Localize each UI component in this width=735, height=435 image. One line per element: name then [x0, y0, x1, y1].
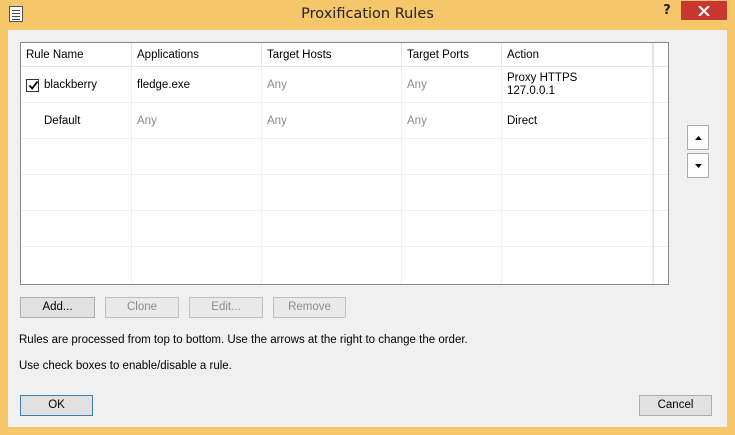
arrow-down-icon — [695, 164, 702, 168]
rule-applications: Any — [132, 103, 262, 139]
table-row[interactable]: blackberry fledge.exe Any Any Proxy HTTP… — [21, 67, 668, 103]
rule-target-hosts: Any — [262, 67, 402, 103]
column-target-hosts[interactable]: Target Hosts — [262, 43, 402, 67]
dialog-body: Rule Name Applications Target Hosts Targ… — [8, 30, 727, 427]
empty-row — [21, 211, 668, 247]
close-icon — [698, 6, 710, 16]
move-down-button[interactable] — [687, 153, 709, 178]
add-button[interactable]: Add... — [20, 297, 95, 318]
empty-row — [21, 139, 668, 175]
column-rule-name[interactable]: Rule Name — [21, 43, 132, 67]
rule-action-proxy: 127.0.0.1 — [507, 85, 555, 97]
rule-enabled-checkbox[interactable] — [26, 78, 39, 92]
clone-button[interactable]: Clone — [105, 297, 179, 318]
ok-button[interactable]: OK — [20, 395, 93, 416]
rule-applications: fledge.exe — [132, 67, 262, 103]
rule-action: Proxy HTTPS 127.0.0.1 — [502, 67, 653, 103]
rule-name: blackberry — [44, 79, 98, 91]
help-button[interactable]: ? — [659, 3, 675, 21]
rule-target-ports: Any — [402, 103, 502, 139]
rule-target-hosts: Any — [262, 103, 402, 139]
cancel-button[interactable]: Cancel — [639, 395, 712, 416]
window-title: Proxification Rules — [301, 6, 434, 22]
column-action[interactable]: Action — [502, 43, 653, 67]
checkmark-icon — [28, 80, 39, 90]
empty-row — [21, 247, 668, 284]
table-scroll-area — [653, 43, 668, 284]
rules-table: Rule Name Applications Target Hosts Targ… — [20, 42, 669, 285]
column-target-ports[interactable]: Target Ports — [402, 43, 502, 67]
checkbox-info-text: Use check boxes to enable/disable a rule… — [19, 360, 232, 372]
proxification-rules-window: Proxification Rules ? Rule Name Applicat… — [0, 0, 735, 435]
rule-name: Default — [21, 103, 132, 139]
column-applications[interactable]: Applications — [132, 43, 262, 67]
order-info-text: Rules are processed from top to bottom. … — [19, 334, 468, 346]
edit-button[interactable]: Edit... — [189, 297, 263, 318]
arrow-up-icon — [695, 136, 702, 140]
close-button[interactable] — [681, 1, 727, 20]
table-header: Rule Name Applications Target Hosts Targ… — [21, 43, 668, 67]
move-up-button[interactable] — [687, 125, 709, 150]
rule-action-type: Proxy HTTPS — [507, 72, 578, 84]
empty-row — [21, 175, 668, 211]
remove-button[interactable]: Remove — [273, 297, 346, 318]
table-row[interactable]: Default Any Any Any Direct — [21, 103, 668, 139]
rule-target-ports: Any — [402, 67, 502, 103]
title-bar[interactable]: Proxification Rules ? — [0, 0, 735, 30]
rule-action: Direct — [502, 103, 653, 139]
